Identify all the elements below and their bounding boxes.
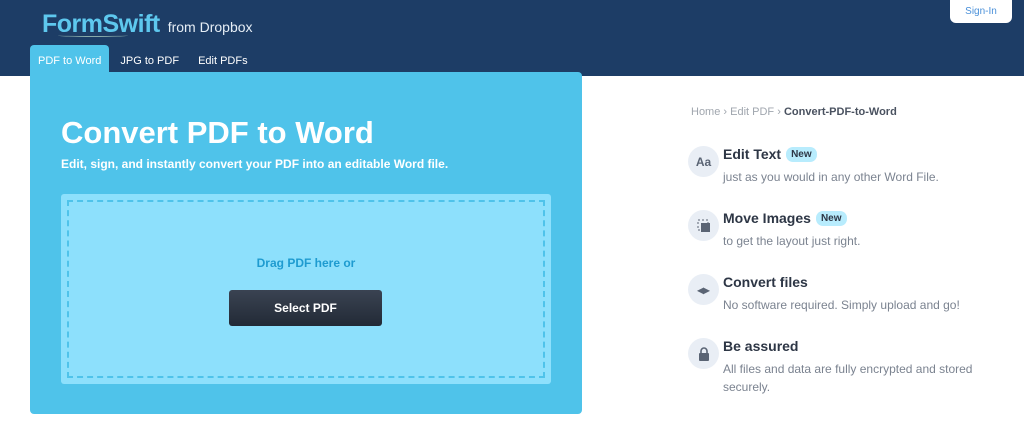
header: FormSwift from Dropbox Sign-In PDF to Wo… bbox=[0, 0, 1024, 76]
converter-panel: Convert PDF to Word Edit, sign, and inst… bbox=[30, 72, 582, 414]
feature-title: Be assured bbox=[723, 338, 799, 354]
page-subtitle: Edit, sign, and instantly convert your P… bbox=[61, 157, 449, 171]
breadcrumb-separator: › bbox=[723, 106, 728, 118]
select-pdf-button[interactable]: Select PDF bbox=[229, 290, 382, 326]
feature-desc: just as you would in any other Word File… bbox=[723, 170, 939, 184]
breadcrumb-current: Convert-PDF-to-Word bbox=[783, 106, 897, 118]
text-icon: Aa bbox=[688, 146, 719, 177]
breadcrumb-edit-pdf[interactable]: Edit PDF bbox=[730, 106, 774, 118]
logo-subtext: from Dropbox bbox=[167, 19, 253, 35]
new-badge: New bbox=[815, 210, 847, 226]
breadcrumb: Home › Edit PDF › Convert-PDF-to-Word bbox=[691, 106, 897, 118]
breadcrumb-separator: › bbox=[777, 106, 781, 118]
new-badge: New bbox=[786, 146, 817, 162]
feature-desc: All files and data are fully encrypted a… bbox=[723, 362, 973, 394]
feature-desc: No software required. Simply upload and … bbox=[723, 298, 960, 312]
page-title: Convert PDF to Word bbox=[61, 115, 374, 150]
feature-title: Move Images bbox=[723, 210, 811, 226]
drop-zone[interactable]: Drag PDF here or Select PDF bbox=[61, 194, 551, 384]
feature-title: Convert files bbox=[723, 274, 808, 290]
sign-in-button[interactable]: Sign-In bbox=[950, 0, 1012, 23]
feature-title: Edit Text bbox=[723, 146, 782, 162]
breadcrumb-home[interactable]: Home bbox=[691, 106, 720, 118]
logo-swoosh-icon bbox=[58, 34, 128, 37]
drag-text: Drag PDF here or bbox=[256, 256, 356, 270]
move-image-icon bbox=[688, 210, 719, 241]
drop-zone-border bbox=[67, 200, 545, 378]
arrows-icon: ◂▸ bbox=[688, 274, 719, 305]
feature-desc: to get the layout just right. bbox=[723, 234, 861, 248]
lock-icon bbox=[688, 338, 719, 369]
